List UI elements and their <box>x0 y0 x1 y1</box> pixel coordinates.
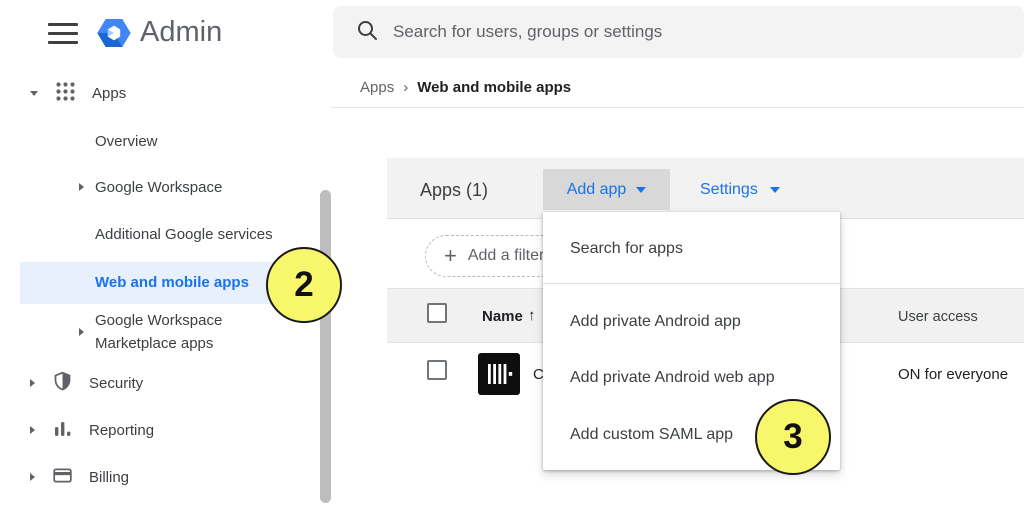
settings-button[interactable]: Settings <box>700 169 780 210</box>
sidebar-item-label: Security <box>89 375 143 392</box>
chevron-down-icon <box>636 187 646 193</box>
sidebar-item-label: Overview <box>95 133 158 150</box>
sidebar-item-label: Google Workspace Marketplace apps <box>95 309 267 355</box>
breadcrumb-separator: › <box>403 79 408 96</box>
menu-item-add-private-android-app[interactable]: Add private Android app <box>543 299 840 345</box>
search-input[interactable]: Search for users, groups or settings <box>333 6 1024 58</box>
plus-icon: + <box>444 245 457 267</box>
sidebar-item-additional-google-services[interactable]: Additional Google services <box>95 219 273 249</box>
sidebar-item-label: Additional Google services <box>95 226 273 243</box>
user-access-column-header: User access <box>898 309 978 325</box>
sidebar-item-label: Google Workspace <box>95 179 222 196</box>
shield-icon <box>52 370 73 396</box>
search-icon <box>355 18 379 47</box>
user-access-value: ON for everyone <box>898 366 1008 383</box>
chevron-right-icon[interactable] <box>30 473 35 481</box>
app-logo-icon <box>478 353 520 400</box>
sidebar-item-label-selected[interactable]: Web and mobile apps <box>95 274 249 291</box>
breadcrumb-parent[interactable]: Apps <box>360 79 394 96</box>
sidebar-item-label: Reporting <box>89 422 154 439</box>
sidebar-item-label: Apps <box>92 85 126 102</box>
menu-item-search-for-apps[interactable]: Search for apps <box>543 226 840 272</box>
credit-card-icon <box>52 465 73 490</box>
apps-grid-icon <box>55 81 76 106</box>
apps-count-label: Apps (1) <box>420 180 488 201</box>
menu-divider <box>543 283 840 284</box>
add-filter-label: Add a filter <box>468 247 544 265</box>
menu-hamburger-icon[interactable] <box>48 22 78 44</box>
sidebar-scrollbar[interactable] <box>320 190 331 503</box>
sidebar-item-reporting[interactable]: Reporting <box>30 415 154 445</box>
chevron-right-icon[interactable] <box>79 328 84 336</box>
breadcrumb-divider <box>331 107 1024 108</box>
select-all-checkbox[interactable] <box>427 303 447 323</box>
annotation-step-3-badge: 3 <box>755 399 831 475</box>
add-app-label: Add app <box>567 181 627 199</box>
name-column-header[interactable]: Name <box>482 308 523 325</box>
sort-ascending-icon: ↑ <box>528 307 536 324</box>
add-app-button[interactable]: Add app <box>543 169 670 210</box>
chevron-down-icon[interactable] <box>30 91 38 96</box>
settings-label: Settings <box>700 181 758 199</box>
sidebar-item-google-workspace[interactable]: Google Workspace <box>79 172 222 202</box>
sidebar-item-billing[interactable]: Billing <box>30 462 129 492</box>
sidebar-item-apps[interactable]: Apps <box>30 78 126 108</box>
search-placeholder: Search for users, groups or settings <box>393 22 662 42</box>
chevron-right-icon[interactable] <box>30 426 35 434</box>
chevron-right-icon[interactable] <box>79 183 84 191</box>
bar-chart-icon <box>52 418 73 443</box>
chevron-down-icon <box>770 187 780 193</box>
admin-logo-icon <box>94 13 134 58</box>
sidebar-item-overview[interactable]: Overview <box>95 126 158 156</box>
menu-item-add-private-android-web-app[interactable]: Add private Android web app <box>543 355 840 401</box>
row-checkbox[interactable] <box>427 360 447 380</box>
sidebar-item-marketplace-apps[interactable]: Google Workspace Marketplace apps <box>79 308 267 356</box>
annotation-step-2-badge: 2 <box>266 247 342 323</box>
sidebar-item-security[interactable]: Security <box>30 368 143 398</box>
admin-console-window: Admin Search for users, groups or settin… <box>0 0 1024 509</box>
sidebar-item-label: Billing <box>89 469 129 486</box>
chevron-right-icon[interactable] <box>30 379 35 387</box>
breadcrumb-current: Web and mobile apps <box>417 79 571 96</box>
breadcrumb: Apps › Web and mobile apps <box>360 79 571 96</box>
brand-title: Admin <box>140 16 222 49</box>
